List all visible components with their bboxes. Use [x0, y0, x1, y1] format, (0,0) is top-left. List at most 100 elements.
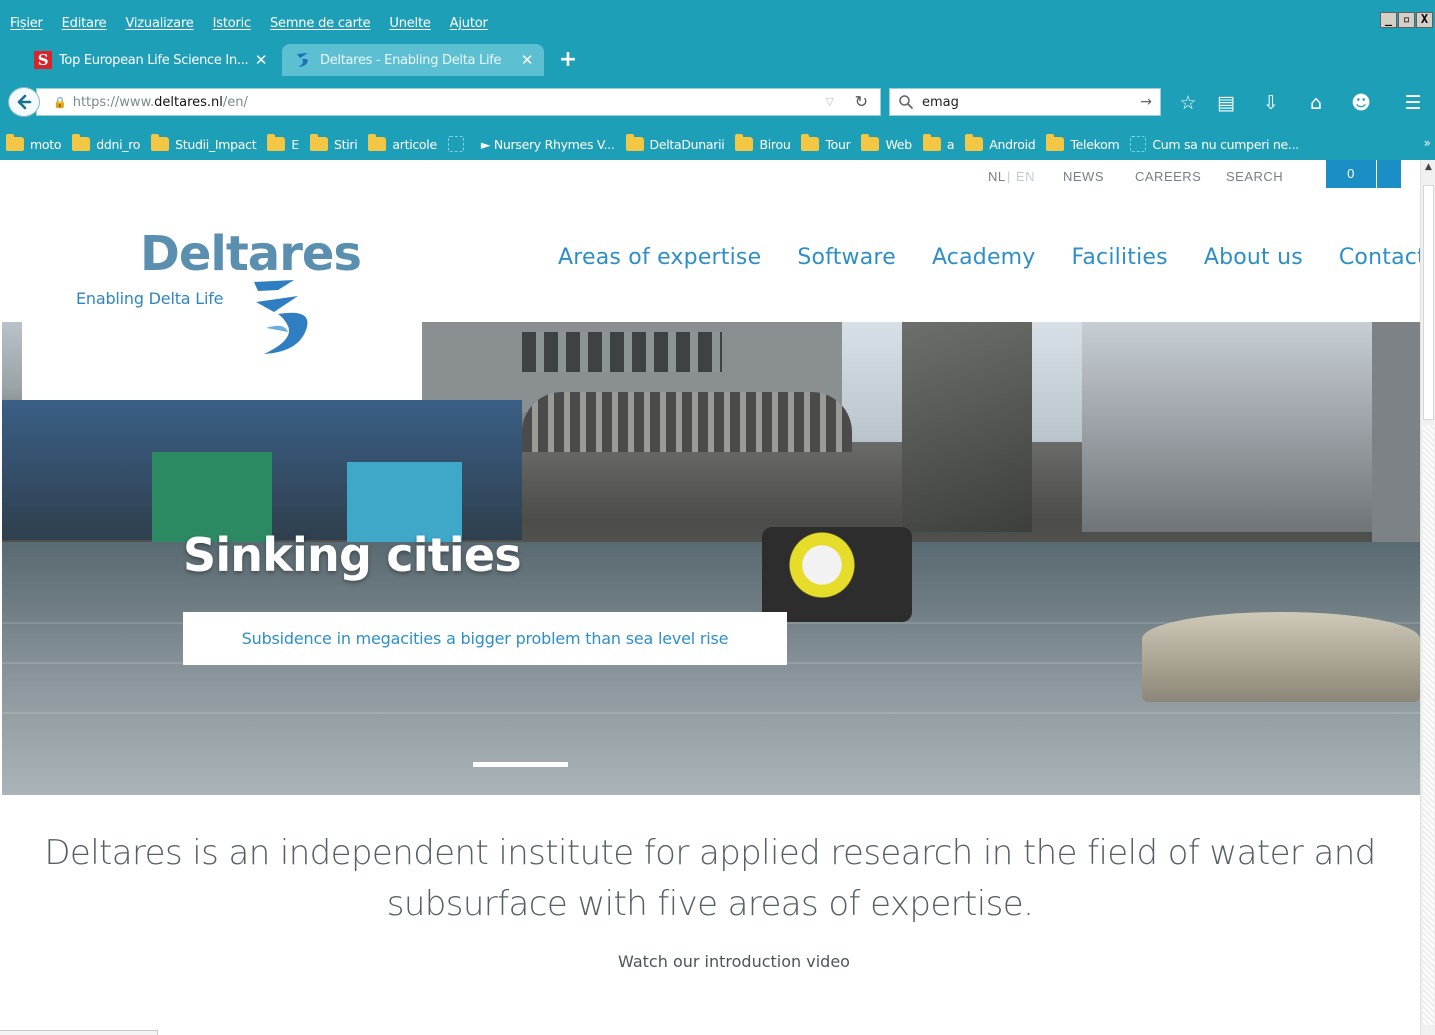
- bookmark-folder-telekom[interactable]: Telekom: [1046, 134, 1120, 152]
- tab-top-european-life-science[interactable]: S Top European Life Science In... ✕: [28, 44, 278, 76]
- bookmark-star-icon[interactable]: ☆: [1176, 91, 1200, 115]
- bookmark-label: ddni_ro: [96, 136, 141, 152]
- bookmark-label: Tour: [825, 136, 851, 152]
- folder-icon: [861, 134, 880, 151]
- menu-view[interactable]: Vizualizare: [125, 16, 193, 31]
- url-dropdown-icon[interactable]: ▽: [826, 95, 834, 108]
- close-tab-icon[interactable]: ✕: [252, 51, 270, 69]
- menu-file[interactable]: Fișier: [10, 16, 43, 31]
- bookmark-label: ► Nursery Rhymes V...: [480, 136, 615, 152]
- search-input[interactable]: emag: [922, 95, 959, 110]
- menu-hamburger-icon[interactable]: ☰: [1401, 91, 1425, 115]
- page-scrollbar[interactable]: ▲: [1420, 160, 1435, 1035]
- reload-icon[interactable]: ↻: [855, 92, 868, 111]
- language-nl-link[interactable]: NL: [988, 169, 1006, 184]
- menu-edit[interactable]: Editare: [62, 16, 107, 31]
- bookmark-label: E: [291, 136, 299, 152]
- slider-indicator[interactable]: [473, 762, 568, 767]
- cart-button[interactable]: 0: [1326, 160, 1376, 188]
- bookmark-cum-sa-nu-cumperi[interactable]: Cum sa nu cumperi ne...: [1130, 136, 1299, 152]
- bookmark-nursery-rhymes[interactable]: ► Nursery Rhymes V...: [481, 137, 615, 152]
- folder-icon: [1046, 134, 1065, 151]
- nav-areas-of-expertise[interactable]: Areas of expertise: [558, 245, 761, 270]
- minimize-button[interactable]: _: [1380, 12, 1397, 28]
- hero-photo-boat-people: [762, 527, 912, 622]
- home-icon[interactable]: ⌂: [1304, 91, 1328, 115]
- tab-deltares[interactable]: Deltares - Enabling Delta Life ✕: [282, 44, 544, 76]
- search-bar[interactable]: emag →: [889, 88, 1161, 116]
- deltares-icon: [297, 53, 308, 67]
- bookmark-page-blank[interactable]: [447, 136, 470, 152]
- bookmark-folder-birou[interactable]: Birou: [735, 134, 791, 152]
- download-icon[interactable]: ⇩: [1259, 91, 1283, 115]
- folder-icon: [368, 134, 387, 151]
- intro-line-1: Deltares is an independent institute for…: [44, 833, 1376, 873]
- folder-icon: [922, 134, 941, 151]
- window-controls: _ ▫ X: [1380, 12, 1433, 28]
- folder-icon: [801, 134, 820, 151]
- scroll-up-icon[interactable]: ▲: [1423, 162, 1434, 175]
- url-bar[interactable]: 🔒 https://www. deltares.nl /en/ ▽ ↻: [36, 88, 881, 116]
- page-icon: [447, 136, 464, 152]
- bookmark-folder-ddni-ro[interactable]: ddni_ro: [72, 134, 141, 152]
- nav-software[interactable]: Software: [797, 245, 896, 270]
- nav-facilities[interactable]: Facilities: [1072, 245, 1168, 270]
- intro-statement: Deltares is an independent institute for…: [0, 828, 1420, 930]
- close-window-button[interactable]: X: [1416, 12, 1433, 28]
- cart-button-edge[interactable]: [1377, 160, 1401, 188]
- folder-icon: [72, 134, 91, 151]
- bookmark-folder-moto[interactable]: moto: [6, 134, 62, 152]
- main-navigation: Areas of expertise Software Academy Faci…: [558, 245, 1420, 270]
- bookmark-label: a: [946, 136, 955, 152]
- hero-title[interactable]: Sinking cities: [183, 528, 522, 582]
- hero-subtitle: Subsidence in megacities a bigger proble…: [241, 629, 729, 648]
- careers-link[interactable]: CAREERS: [1135, 169, 1201, 184]
- bookmark-folder-e[interactable]: E: [267, 134, 299, 152]
- bookmark-folder-web[interactable]: Web: [861, 134, 912, 152]
- bookmark-label: Cum sa nu cumperi ne...: [1152, 136, 1299, 152]
- search-link[interactable]: SEARCH: [1226, 169, 1283, 184]
- bookmark-folder-deltadunarii[interactable]: DeltaDunarii: [625, 134, 725, 152]
- intro-video-link[interactable]: Watch our introduction video: [0, 952, 1420, 971]
- nav-contact[interactable]: Contact: [1339, 245, 1420, 270]
- bookmark-label: Web: [885, 136, 912, 152]
- news-link[interactable]: NEWS: [1063, 169, 1104, 184]
- menu-tools[interactable]: Unelte: [389, 16, 430, 31]
- bookmark-folder-articole[interactable]: articole: [368, 134, 437, 152]
- page-content: NL | EN NEWS CAREERS SEARCH 0 Areas of e…: [0, 160, 1420, 1035]
- bookmark-folder-stiri[interactable]: Stiri: [309, 134, 358, 152]
- bookmark-label: Stiri: [333, 136, 358, 152]
- scrollbar-track[interactable]: [1423, 425, 1434, 1025]
- menu-help[interactable]: Ajutor: [450, 16, 488, 31]
- bookmark-label: articole: [392, 136, 437, 152]
- search-icon: [899, 95, 914, 110]
- browser-chrome: Fișier Editare Vizualizare Istoric Semne…: [0, 0, 1435, 160]
- chat-icon[interactable]: ☻: [1349, 91, 1373, 115]
- back-button[interactable]: [8, 87, 40, 117]
- bookmarks-overflow-icon[interactable]: »: [1424, 136, 1431, 150]
- nav-about-us[interactable]: About us: [1204, 245, 1303, 270]
- close-tab-icon[interactable]: ✕: [518, 51, 536, 69]
- language-en-link[interactable]: EN: [1016, 169, 1035, 184]
- menu-history[interactable]: Istoric: [213, 16, 252, 31]
- bookmark-label: Telekom: [1070, 136, 1120, 152]
- logo[interactable]: Deltares Enabling Delta Life: [22, 220, 422, 400]
- bookmark-folder-tour[interactable]: Tour: [801, 134, 851, 152]
- logo-wordmark: Deltares: [140, 226, 362, 282]
- bookmark-label: moto: [30, 136, 62, 152]
- hero-subtitle-box[interactable]: Subsidence in megacities a bigger proble…: [183, 612, 787, 665]
- new-tab-button[interactable]: +: [556, 46, 580, 74]
- maximize-button[interactable]: ▫: [1398, 12, 1415, 28]
- bookmark-label: Studii_Impact: [175, 136, 257, 152]
- bookmark-folder-android[interactable]: Android: [965, 134, 1036, 152]
- hero-photo-stairway: [902, 322, 1032, 532]
- bookmark-folder-a[interactable]: a: [922, 134, 955, 152]
- scrollbar-thumb[interactable]: [1423, 185, 1434, 420]
- reading-list-icon[interactable]: ▤: [1214, 91, 1238, 115]
- bookmark-folder-studii-impact[interactable]: Studii_Impact: [151, 134, 257, 152]
- folder-icon: [267, 134, 286, 151]
- menu-bookmarks[interactable]: Semne de carte: [270, 16, 371, 31]
- nav-academy[interactable]: Academy: [932, 245, 1036, 270]
- tab-title: Deltares - Enabling Delta Life: [320, 52, 502, 68]
- search-go-icon[interactable]: →: [1140, 94, 1152, 110]
